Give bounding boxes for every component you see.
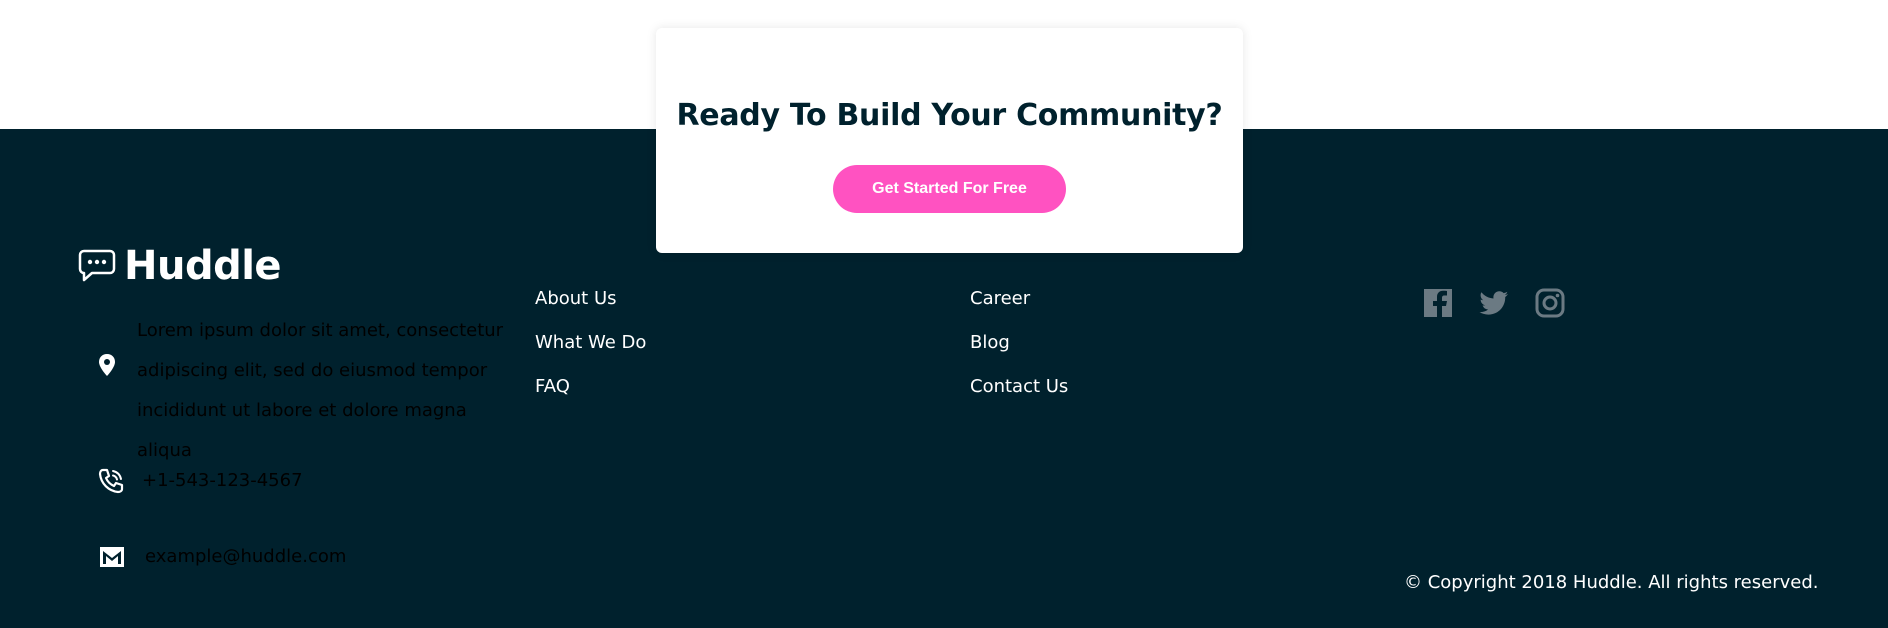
cta-title: Ready To Build Your Community? bbox=[676, 98, 1223, 133]
chat-bubble-icon bbox=[78, 249, 116, 282]
nav-link-blog[interactable]: Blog bbox=[970, 331, 1068, 375]
footer-nav-column-1: About Us What We Do FAQ bbox=[535, 287, 646, 419]
social-links bbox=[1422, 287, 1566, 319]
copyright-text: © Copyright 2018 Huddle. All rights rese… bbox=[1404, 572, 1819, 593]
brand-logo[interactable]: Huddle bbox=[78, 243, 282, 289]
nav-link-faq[interactable]: FAQ bbox=[535, 375, 646, 419]
twitter-icon[interactable] bbox=[1478, 287, 1510, 319]
instagram-icon[interactable] bbox=[1534, 287, 1566, 319]
get-started-button[interactable]: Get Started For Free bbox=[833, 165, 1066, 213]
phone-number[interactable]: +1-543-123-4567 bbox=[142, 470, 303, 491]
address-text: Lorem ipsum dolor sit amet, consectetur … bbox=[137, 320, 504, 461]
brand-name: Huddle bbox=[124, 243, 282, 289]
facebook-icon[interactable] bbox=[1422, 287, 1454, 319]
phone-icon bbox=[98, 468, 124, 494]
nav-link-what-we-do[interactable]: What We Do bbox=[535, 331, 646, 375]
footer-nav-column-2: Career Blog Contact Us bbox=[970, 287, 1068, 419]
location-pin-icon bbox=[99, 354, 115, 376]
email-address[interactable]: example@huddle.com bbox=[145, 546, 346, 567]
nav-link-contact-us[interactable]: Contact Us bbox=[970, 375, 1068, 419]
nav-link-career[interactable]: Career bbox=[970, 287, 1068, 331]
email-icon bbox=[100, 547, 124, 567]
cta-card: Ready To Build Your Community? Get Start… bbox=[656, 28, 1243, 253]
nav-link-about-us[interactable]: About Us bbox=[535, 287, 646, 331]
